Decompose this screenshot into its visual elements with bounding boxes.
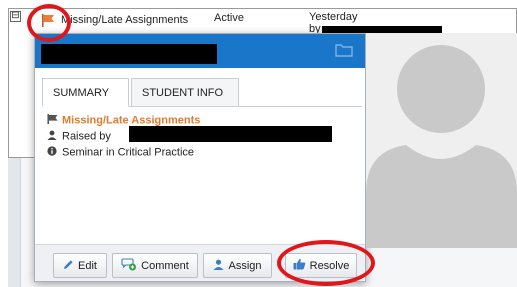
info-icon [47, 146, 58, 159]
alert-detail-card: SUMMARY STUDENT INFO Missing/Late Assign… [34, 33, 366, 282]
folder-icon[interactable] [335, 43, 353, 60]
collapse-toggle[interactable]: ⊟ [10, 11, 21, 22]
redacted-raised-by-name [129, 126, 332, 142]
raised-by-line: Raised by [47, 130, 111, 143]
avatar-placeholder-icon [366, 45, 517, 248]
course-name: Seminar in Critical Practice [62, 146, 195, 159]
user-icon [213, 259, 224, 273]
edit-button-label: Edit [78, 259, 97, 272]
tab-summary[interactable]: SUMMARY [42, 78, 129, 107]
card-footer: Edit Comment Assign Resolve [35, 244, 365, 281]
flag-icon[interactable] [41, 14, 55, 30]
list-row-title[interactable]: Missing/Late Assignments [61, 14, 188, 26]
tab-student-info[interactable]: STUDENT INFO [131, 78, 239, 107]
avatar [366, 33, 517, 248]
resolve-button-label: Resolve [309, 259, 350, 272]
thumbs-up-icon [293, 258, 306, 273]
alert-type-label: Missing/Late Assignments [62, 114, 201, 127]
assign-button-label: Assign [228, 259, 262, 272]
raised-by-label: Raised by [62, 130, 111, 143]
course-line: Seminar in Critical Practice [47, 146, 194, 159]
user-icon [47, 130, 58, 143]
comment-button-label: Comment [141, 259, 189, 272]
assign-button[interactable]: Assign [203, 253, 272, 278]
card-header [35, 34, 365, 68]
pencil-icon [63, 259, 74, 273]
student-photo-panel [366, 33, 517, 248]
comment-button[interactable]: Comment [112, 253, 198, 278]
list-row-date: Yesterday [309, 11, 358, 23]
flag-icon [47, 114, 58, 127]
redacted-student-name [41, 44, 217, 64]
list-row-status: Active [214, 12, 244, 24]
edit-button[interactable]: Edit [53, 253, 107, 278]
card-tabs: SUMMARY STUDENT INFO [42, 78, 362, 107]
add-comment-icon [121, 257, 137, 274]
resolve-button[interactable]: Resolve [285, 253, 357, 278]
